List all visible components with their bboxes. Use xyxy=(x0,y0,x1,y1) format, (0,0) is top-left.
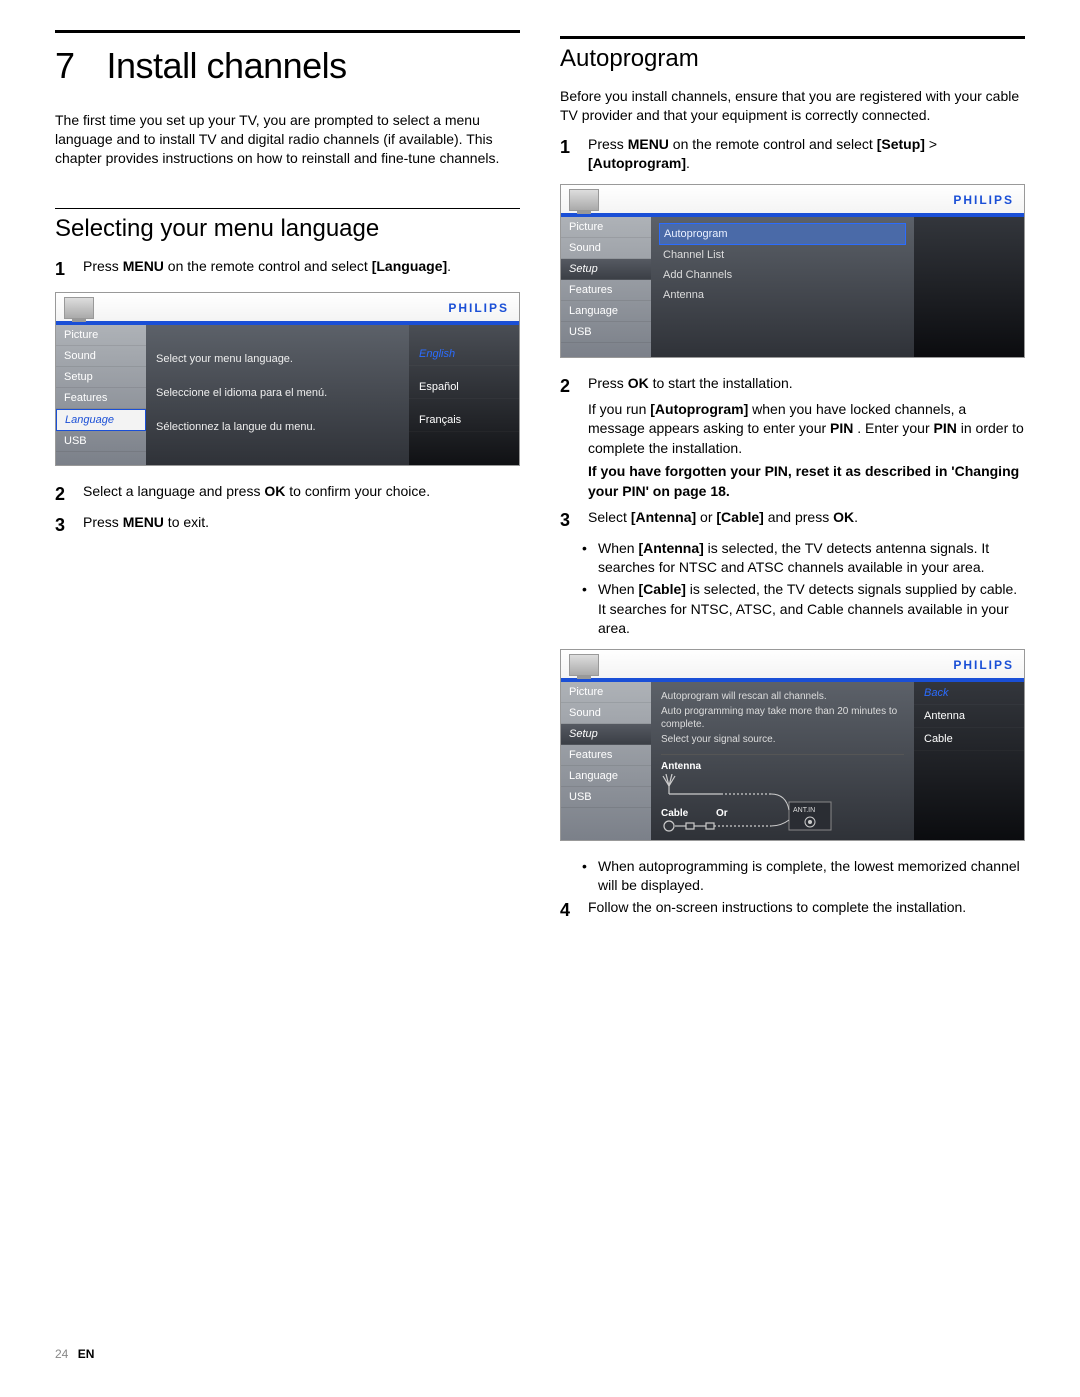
tv-icon xyxy=(569,189,599,211)
option-espanol[interactable]: Español xyxy=(409,376,519,399)
antenna-cable-diagram-icon: Cable Or xyxy=(661,774,841,834)
tv-center-panel: Autoprogram will rescan all channels. Au… xyxy=(651,682,914,840)
brand-logo: PHILIPS xyxy=(448,301,509,315)
tv-icon xyxy=(569,654,599,676)
chapter-heading: 7 Install channels xyxy=(55,45,520,87)
sidebar-item[interactable]: Sound xyxy=(56,346,146,367)
sidebar-item-selected[interactable]: Setup xyxy=(561,724,651,745)
option-cable[interactable]: Cable xyxy=(914,728,1024,751)
chapter-title: Install channels xyxy=(107,45,347,86)
sidebar-item-selected[interactable]: Language xyxy=(56,409,146,431)
submenu-autoprogram[interactable]: Autoprogram xyxy=(659,223,906,245)
tv-sidebar: Picture Sound Setup Features Language US… xyxy=(561,682,651,840)
tv-screenshot-language: PHILIPS Picture Sound Setup Features Lan… xyxy=(55,292,520,466)
step-2-auto: 2 Press OK to start the installation. If… xyxy=(560,374,1025,502)
page-number: 24 xyxy=(55,1347,68,1361)
option-back[interactable]: Back xyxy=(914,682,1024,705)
tv-sidebar: Picture Sound Setup Features Language US… xyxy=(56,325,146,465)
step-3-lang: 3 Press MENU to exit. xyxy=(55,513,520,538)
signal-diagram: Antenna Cable Or xyxy=(661,754,904,834)
step-2-lang: 2 Select a language and press OK to conf… xyxy=(55,482,520,507)
section-heading-autoprogram: Autoprogram xyxy=(560,36,1025,73)
submenu-addchannels[interactable]: Add Channels xyxy=(659,265,906,285)
brand-logo: PHILIPS xyxy=(953,658,1014,672)
bullet-complete: • When autoprogramming is complete, the … xyxy=(582,857,1025,896)
svg-text:Or: Or xyxy=(716,808,728,819)
section-heading-language: Selecting your menu language xyxy=(55,208,520,243)
pin-reset-note: If you have forgotten your PIN, reset it… xyxy=(588,463,1019,499)
brand-logo: PHILIPS xyxy=(953,193,1014,207)
submenu-channellist[interactable]: Channel List xyxy=(659,245,906,265)
sidebar-item[interactable]: Setup xyxy=(56,367,146,388)
sidebar-item[interactable]: USB xyxy=(56,431,146,452)
bullet-antenna: • When [Antenna] is selected, the TV det… xyxy=(582,539,1025,578)
autoprogram-intro: Before you install channels, ensure that… xyxy=(560,87,1025,125)
step-3-auto: 3 Select [Antenna] or [Cable] and press … xyxy=(560,508,1025,533)
option-english[interactable]: English xyxy=(409,343,519,366)
tv-icon xyxy=(64,297,94,319)
svg-text:ANT.IN: ANT.IN xyxy=(793,807,815,814)
svg-text:Cable: Cable xyxy=(661,808,689,819)
page-footer: 24 EN xyxy=(55,1347,94,1361)
option-francais[interactable]: Français xyxy=(409,409,519,432)
chapter-number: 7 xyxy=(55,45,97,87)
sidebar-item-selected[interactable]: Setup xyxy=(561,259,651,280)
step-1-lang: 1 Press MENU on the remote control and s… xyxy=(55,257,520,282)
tv-screenshot-setup: PHILIPS Picture Sound Setup Features Lan… xyxy=(560,184,1025,358)
chapter-intro: The first time you set up your TV, you a… xyxy=(55,111,520,168)
tv-center-panel: Autoprogram Channel List Add Channels An… xyxy=(651,217,914,357)
sidebar-item[interactable]: Picture xyxy=(56,325,146,346)
tv-right-panel: English Español Français xyxy=(409,325,519,465)
tv-right-panel: Back Antenna Cable xyxy=(914,682,1024,840)
option-antenna[interactable]: Antenna xyxy=(914,705,1024,728)
tv-sidebar: Picture Sound Setup Features Language US… xyxy=(561,217,651,357)
tv-center-panel: Select your menu language. Seleccione el… xyxy=(146,325,409,465)
page-lang: EN xyxy=(78,1347,95,1361)
submenu-antenna[interactable]: Antenna xyxy=(659,285,906,305)
step-4-auto: 4 Follow the on-screen instructions to c… xyxy=(560,898,1025,923)
step-1-auto: 1 Press MENU on the remote control and s… xyxy=(560,135,1025,174)
tv-right-panel xyxy=(914,217,1024,357)
tv-screenshot-signal-source: PHILIPS Picture Sound Setup Features Lan… xyxy=(560,649,1025,841)
bullet-cable: • When [Cable] is selected, the TV detec… xyxy=(582,580,1025,639)
sidebar-item[interactable]: Features xyxy=(56,388,146,409)
